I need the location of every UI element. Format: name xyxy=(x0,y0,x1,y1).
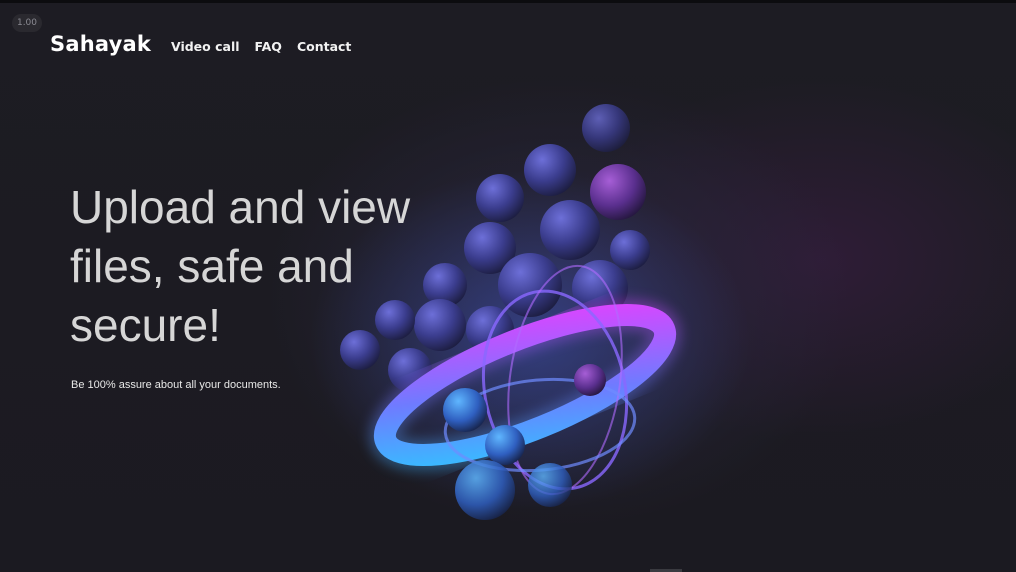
hero-headline: Upload and view files, safe and secure! xyxy=(70,181,411,351)
top-edge xyxy=(0,0,1016,3)
hero-subtext: Be 100% assure about all your documents. xyxy=(71,379,281,391)
nav-link-video-call[interactable]: Video call xyxy=(171,39,240,56)
top-nav: Sahayak Video call FAQ Contact xyxy=(50,32,366,56)
nav-link-faq[interactable]: FAQ xyxy=(255,39,282,56)
zoom-badge: 1.00 xyxy=(12,14,42,32)
nav-link-contact[interactable]: Contact xyxy=(297,39,351,56)
page: 1.00 Sahayak Video call FAQ Contact Uplo… xyxy=(0,0,1016,572)
brand-logo[interactable]: Sahayak xyxy=(50,32,151,56)
